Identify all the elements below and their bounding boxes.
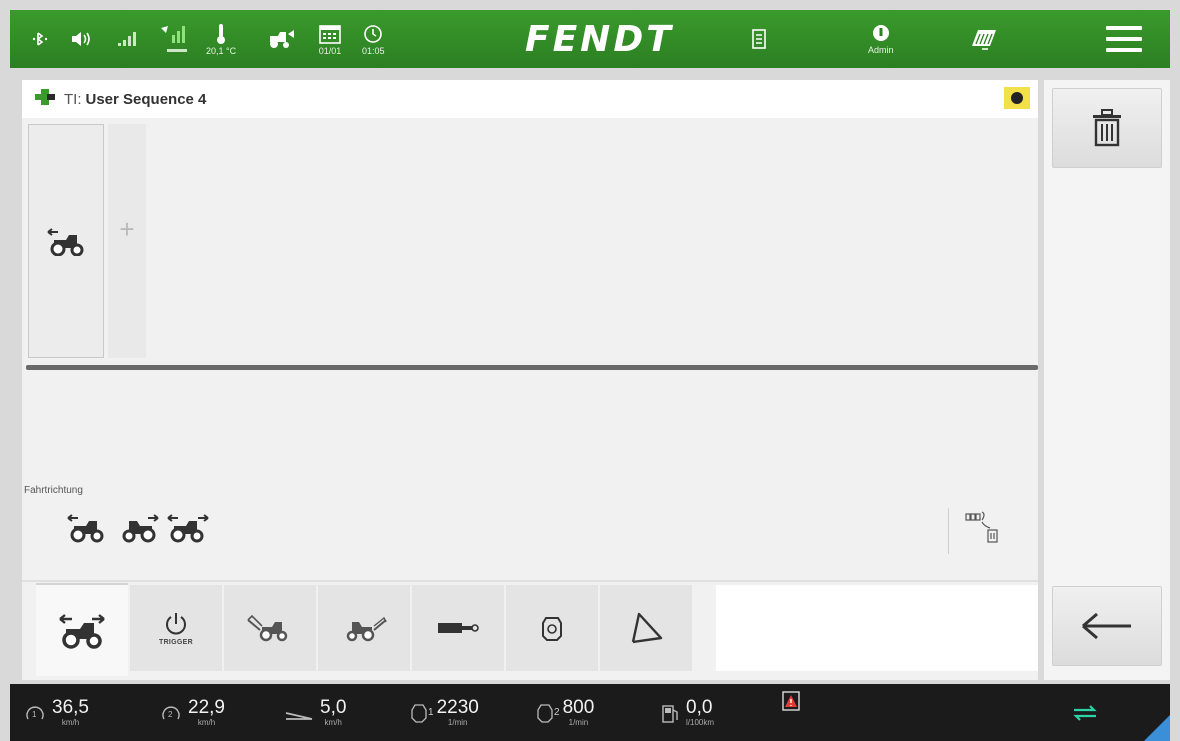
- speed1-readout[interactable]: 1 36,5 km/h: [24, 684, 89, 741]
- bluetooth-icon[interactable]: [32, 10, 52, 68]
- direction-label: Fahrtrichtung: [24, 485, 83, 496]
- speed2-readout[interactable]: 2 22,9 km/h: [160, 684, 225, 741]
- tractor-loader-icon[interactable]: [266, 10, 296, 68]
- tab-front-implement[interactable]: [224, 583, 316, 671]
- sync-icon[interactable]: [1070, 684, 1100, 741]
- sequence-divider: [26, 365, 1038, 370]
- bottom-status-bar: 1 36,5 km/h 2 22,9 km/h 5,0 km/h 1 2230 1/mi…: [10, 684, 1170, 741]
- tab-direction[interactable]: [36, 583, 128, 676]
- volume-icon[interactable]: [70, 10, 94, 68]
- corner-indicator: [1144, 715, 1170, 741]
- clock-icon[interactable]: 01:05: [362, 10, 385, 68]
- step-type-tabs: TRIGGER: [36, 583, 692, 676]
- tractor-reverse-icon: [47, 228, 84, 256]
- tab-hydraulic-valve[interactable]: [412, 583, 504, 671]
- temperature-readout: 20,1 °C: [206, 45, 237, 56]
- sequence-title: User Sequence 4: [85, 90, 207, 108]
- power-icon: [166, 612, 186, 634]
- fuel-readout[interactable]: 0,0 l/100km: [660, 684, 714, 741]
- speedometer-1-icon: 1: [26, 706, 44, 719]
- brand-logo: FENDT: [525, 18, 674, 60]
- hydraulic-cylinder-icon: [438, 623, 479, 633]
- sequence-steps-area: +: [22, 122, 1038, 364]
- engine-rpm-1-icon: [411, 703, 427, 723]
- tab-steering[interactable]: [600, 583, 692, 671]
- slip-readout[interactable]: 5,0 km/h: [284, 684, 346, 741]
- options-separator: [948, 508, 949, 554]
- headland-turn-icon: [631, 612, 663, 644]
- svg-text:1: 1: [32, 710, 37, 719]
- step-counter-icon[interactable]: [962, 508, 1012, 554]
- tab-rear-implement[interactable]: [318, 583, 410, 671]
- implement-icon: [34, 88, 56, 111]
- gps-signal-icon: [158, 10, 188, 68]
- delete-button[interactable]: [1052, 88, 1162, 168]
- thermometer-icon: 20,1 °C: [206, 10, 236, 68]
- slope-icon: [285, 711, 313, 720]
- tractor-reverse-option-icon[interactable]: [64, 512, 112, 544]
- warning-tractor-icon[interactable]: [780, 684, 802, 741]
- options-bottom-line: [22, 580, 1038, 582]
- rpm1-readout[interactable]: 1 2230 1/min: [410, 684, 479, 741]
- menu-icon[interactable]: [1106, 26, 1142, 52]
- sequence-editor-panel: TI: User Sequence 4 + Fahrtrichtung TRIG…: [22, 80, 1038, 680]
- record-status-indicator[interactable]: [1004, 87, 1030, 109]
- sequence-step-direction[interactable]: [28, 124, 104, 358]
- engine-rpm-2-icon: [537, 703, 553, 723]
- tractor-forward-option-icon[interactable]: [114, 512, 162, 544]
- field-icon[interactable]: [970, 10, 998, 68]
- trash-icon: [1093, 109, 1121, 147]
- tractor-direction-icon: [59, 613, 105, 649]
- fuel-pump-icon: [662, 704, 678, 723]
- rear-implement-icon: [346, 616, 387, 642]
- title-prefix: TI:: [64, 90, 82, 108]
- back-button[interactable]: [1052, 586, 1162, 666]
- svg-text:2: 2: [168, 710, 173, 719]
- tab-engine[interactable]: [506, 583, 598, 671]
- add-step-button[interactable]: +: [108, 124, 146, 358]
- user-icon[interactable]: Admin: [868, 10, 894, 68]
- tabs-empty-area: [716, 585, 1038, 671]
- signal-bars-icon: [117, 10, 137, 68]
- arrow-left-icon: [1082, 612, 1131, 640]
- front-implement-icon: [247, 614, 288, 642]
- tab-trigger-label: TRIGGER: [159, 638, 193, 646]
- direction-options: [64, 512, 212, 544]
- calendar-icon[interactable]: 01/01: [318, 10, 342, 68]
- tab-trigger[interactable]: TRIGGER: [130, 583, 222, 671]
- right-action-panel: [1044, 80, 1170, 680]
- tractor-toggle-direction-option-icon[interactable]: [164, 512, 212, 544]
- step-options-area: Fahrtrichtung: [22, 372, 1038, 582]
- time-readout: 01:05: [362, 45, 385, 56]
- user-name: Admin: [868, 44, 894, 55]
- speedometer-2-icon: 2: [162, 706, 180, 719]
- rpm2-readout[interactable]: 2 800 1/min: [536, 684, 594, 741]
- date-readout: 01/01: [318, 45, 342, 56]
- document-icon[interactable]: [750, 10, 768, 68]
- sequence-title-bar: TI: User Sequence 4: [22, 80, 1038, 118]
- top-status-bar: 20,1 °C 01/01 01:05 FENDT Admin: [10, 10, 1170, 68]
- engine-icon: [542, 617, 562, 641]
